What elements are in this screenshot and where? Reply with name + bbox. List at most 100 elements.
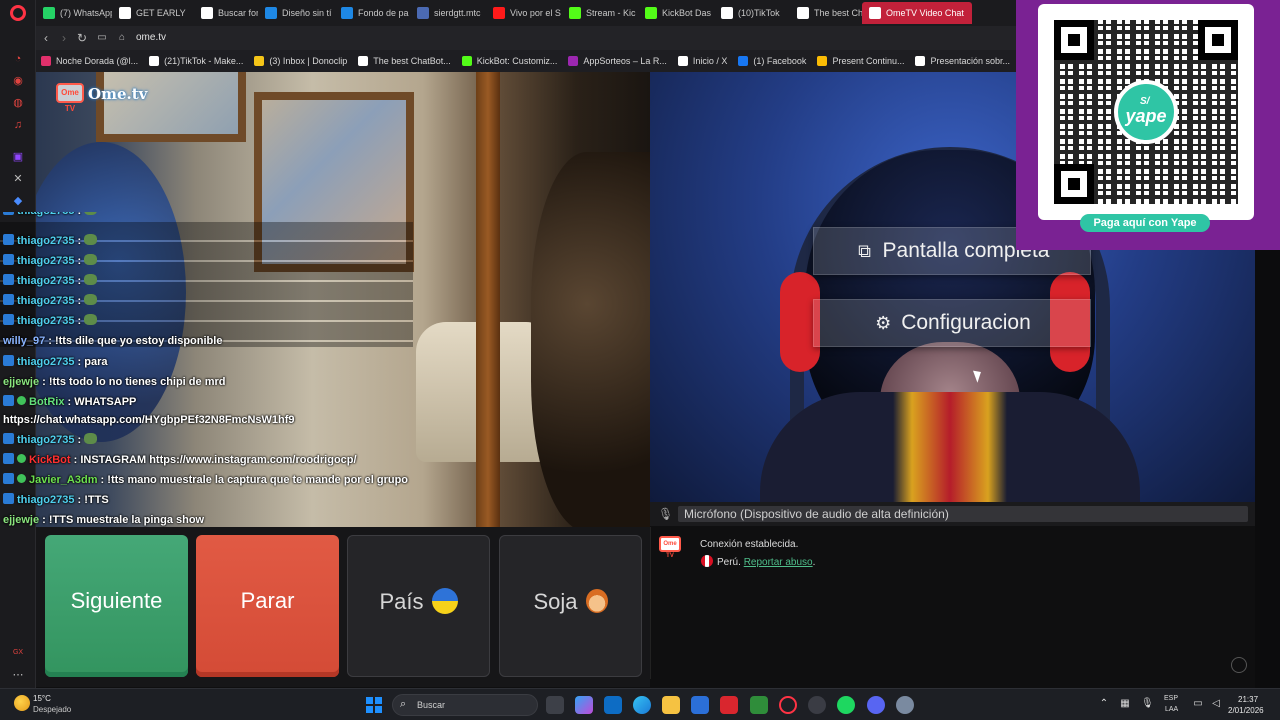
settings-app-icon[interactable] <box>896 696 914 714</box>
bookmark-2[interactable]: (21)TikTok - Make... <box>144 50 249 72</box>
bookmark-favicon-icon <box>568 56 579 66</box>
tab-label: The best Ch <box>814 8 862 18</box>
bookmark-8[interactable]: (1) Facebook <box>733 50 812 72</box>
tab-1[interactable]: (7) WhatsApp <box>36 2 112 24</box>
tab-11[interactable]: The best Ch <box>790 2 862 24</box>
obs-icon[interactable] <box>808 696 826 714</box>
tab-12[interactable]: OmeTV Video Chat <box>862 2 972 24</box>
spotify-icon[interactable] <box>837 696 855 714</box>
lang-code[interactable]: ESP <box>1164 695 1178 702</box>
copilot-icon[interactable] <box>575 696 593 714</box>
tab-favicon-icon <box>493 7 505 19</box>
chat-message: thiago2735 : !TTS <box>3 491 109 509</box>
bookmark-6[interactable]: AppSorteos – La R... <box>563 50 673 72</box>
tab-10[interactable]: (10)TikTok <box>714 2 790 24</box>
country-button[interactable]: País <box>347 535 490 677</box>
office-icon[interactable] <box>720 696 738 714</box>
back-icon[interactable]: ‹ <box>38 30 54 46</box>
chat-username: willy_97 <box>3 335 46 347</box>
tab-favicon-icon <box>43 7 55 19</box>
clock-time[interactable]: 21:37 <box>1238 695 1258 704</box>
windows-start-icon[interactable] <box>366 697 382 713</box>
tab-4[interactable]: Diseño sin tí <box>258 2 334 24</box>
bluesky-icon[interactable]: ◆ <box>11 194 25 208</box>
tab-favicon-icon <box>201 7 213 19</box>
store-icon[interactable] <box>604 696 622 714</box>
twitch-icon[interactable]: ▣ <box>11 150 25 164</box>
bookmark-10[interactable]: Presentación sobr... <box>910 50 1016 72</box>
chat-message: thiago2735 : <box>3 212 98 220</box>
chat-message: ejjewje : !tts todo lo no tienes chipi d… <box>3 373 225 391</box>
tab-6[interactable]: sierdgtt.mtc <box>410 2 486 24</box>
qr-code-card: S/yape <box>1038 4 1254 220</box>
windows-taskbar: 15°C Despejado ⌕ Buscar ⌃ ▦ 🎙 ESP LAA ▭ … <box>0 688 1280 720</box>
bookmark-favicon-icon <box>41 56 51 66</box>
url-field[interactable]: ome.tv <box>136 30 166 46</box>
settings-button[interactable]: ⚙ Configuracion <box>813 299 1091 347</box>
bookmark-1[interactable]: Noche Dorada (@l... <box>36 50 144 72</box>
tab-label: Buscar fondo <box>218 8 258 18</box>
volume-icon[interactable]: ◁ <box>1210 698 1222 710</box>
tray-overflow-icon[interactable]: ⌃ <box>1098 698 1110 710</box>
bookmark-7[interactable]: Inicio / X <box>673 50 734 72</box>
network-icon[interactable]: ▭ <box>1192 698 1204 710</box>
bookmark-4[interactable]: The best ChatBot... <box>353 50 457 72</box>
reload-icon[interactable]: ↻ <box>74 30 90 46</box>
weather-desc[interactable]: Despejado <box>33 705 71 714</box>
person-emoji-icon <box>585 589 608 613</box>
task-view-icon[interactable] <box>546 696 564 714</box>
next-button[interactable]: Siguiente <box>45 535 188 677</box>
chat-username: ejjewje <box>3 514 40 526</box>
tab-7[interactable]: Vivo por el S <box>486 2 562 24</box>
music-icon[interactable]: ♫ <box>11 118 25 132</box>
chat-username: thiago2735 <box>17 315 75 327</box>
camera-icon[interactable]: ▭ <box>94 30 110 46</box>
cleaner-icon[interactable]: ◉ <box>11 74 25 88</box>
bookmark-3[interactable]: (3) Inbox | Donoclip <box>249 50 353 72</box>
microphone-select[interactable]: Micrófono (Dispositivo de audio de alta … <box>678 506 1248 522</box>
bookmark-favicon-icon <box>461 56 472 66</box>
yape-logo: S/yape <box>1114 80 1178 144</box>
opera-logo-icon[interactable] <box>10 5 26 21</box>
file-explorer-icon[interactable] <box>662 696 680 714</box>
bookmark-5[interactable]: KickBot: Customiz... <box>457 50 564 72</box>
chat-username: thiago2735 <box>17 235 75 247</box>
chat-separator: : <box>74 494 85 506</box>
gx-label-icon[interactable]: GX <box>11 646 25 660</box>
yape-label: Paga aquí con Yape <box>1080 214 1210 232</box>
gender-button[interactable]: Soja <box>499 535 642 677</box>
stop-button[interactable]: Parar <box>196 535 339 677</box>
tray-app-icon[interactable]: ▦ <box>1119 698 1131 710</box>
weather-sun-icon[interactable] <box>14 695 30 711</box>
ms-store-icon[interactable] <box>691 696 709 714</box>
tab-2[interactable]: GET EARLY <box>112 2 194 24</box>
chat-username: thiago2735 <box>17 255 75 267</box>
tab-3[interactable]: Buscar fondo <box>194 2 258 24</box>
gx-corner-icon[interactable]: ◔ <box>11 52 25 66</box>
emoji-icon[interactable] <box>1231 657 1247 673</box>
edge-icon[interactable] <box>633 696 651 714</box>
chat-username: Javier_A3dm <box>29 474 98 486</box>
clock-date[interactable]: 2/01/2026 <box>1228 706 1264 715</box>
tab-5[interactable]: Fondo de pa <box>334 2 410 24</box>
discord-icon[interactable] <box>867 696 885 714</box>
opera-gx-icon[interactable] <box>779 696 797 714</box>
messenger-icon[interactable]: ◍ <box>11 96 25 110</box>
x-icon[interactable]: ✕ <box>11 172 25 186</box>
more-icon[interactable]: ⋯ <box>11 668 25 682</box>
forward-icon[interactable]: › <box>56 30 72 46</box>
report-abuse-link[interactable]: Reportar abuso <box>744 557 813 568</box>
tray-mic-icon[interactable]: 🎙 <box>1141 698 1154 710</box>
qr-finder <box>1054 164 1094 204</box>
minecraft-icon[interactable] <box>750 696 768 714</box>
weather-temp[interactable]: 15°C <box>33 694 51 703</box>
chat-text: WHATSAPP <box>74 396 137 408</box>
tab-8[interactable]: Stream - Kic <box>562 2 638 24</box>
lang-layout[interactable]: LAA <box>1165 706 1178 713</box>
fullscreen-icon: ⧉ <box>858 241 871 261</box>
chat-separator: : <box>97 474 108 486</box>
ometv-logo-text: Ome.tv <box>88 85 148 103</box>
taskbar-search[interactable]: ⌕ Buscar <box>392 694 538 716</box>
tab-9[interactable]: KickBot Das <box>638 2 714 24</box>
bookmark-9[interactable]: Present Continu... <box>812 50 910 72</box>
